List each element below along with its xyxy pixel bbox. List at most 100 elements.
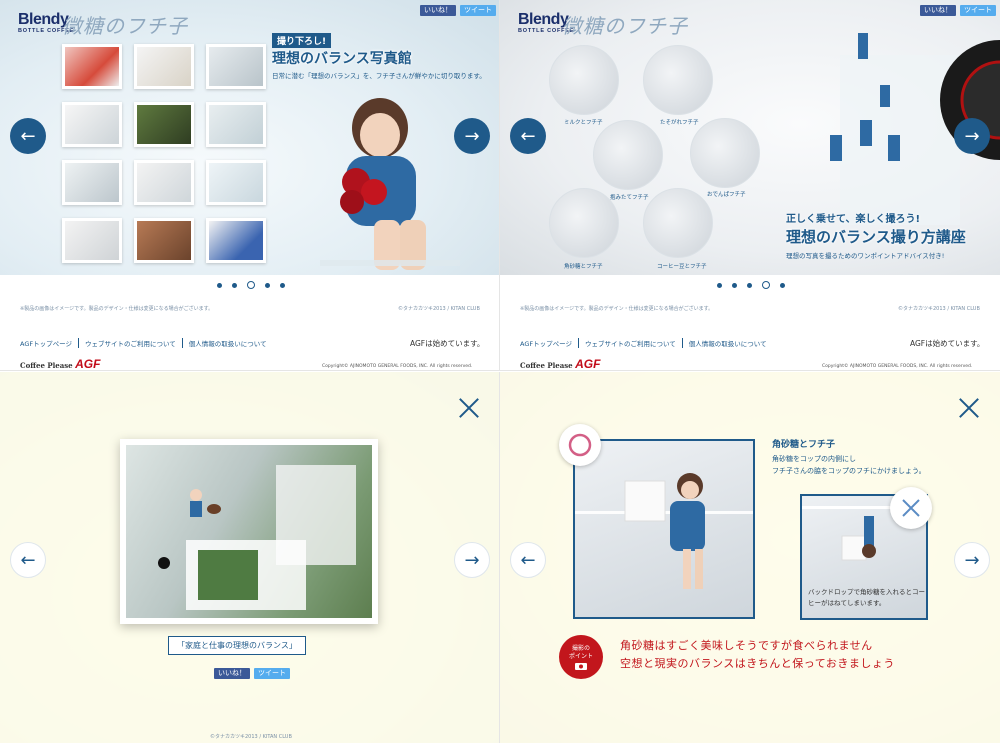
next-arrow-button[interactable]: → (454, 542, 490, 578)
next-arrow-button[interactable]: → (454, 118, 490, 154)
site-title: 微糖のフチ子 (62, 14, 188, 38)
product-note: ※製品の画像はイメージです。製品のデザイン・仕様は変更になる場合がございます。 (20, 306, 214, 312)
footer-link-terms[interactable]: ウェブサイトのご利用について (577, 338, 682, 348)
prev-arrow-button[interactable]: ← (510, 542, 546, 578)
cross-ng-icon (902, 499, 920, 517)
hero-area: Blendy BOTTLE COFFEE 微糖のフチ子 いいね！ ツイート 撮り… (0, 0, 499, 275)
guide-label: おでんぱフチ子 (707, 192, 746, 198)
page-dot[interactable] (217, 282, 222, 288)
page-dot-active[interactable] (762, 281, 770, 289)
section-tag: 撮り下ろし! (272, 33, 332, 48)
section-title: 理想のバランス写真館 (272, 51, 412, 67)
sns-buttons: いいね！ ツイート (420, 5, 496, 16)
prev-arrow-button[interactable]: ← (510, 118, 546, 154)
guide-label: ミルクとフチ子 (564, 120, 603, 126)
thumbnail[interactable] (206, 102, 266, 147)
coffee-please-logo[interactable]: Coffee Please AGF (20, 357, 101, 371)
shooting-guide-panel: Blendy BOTTLE COFFEE 微糖のフチ子 いいね！ ツイート ミル… (500, 0, 1000, 371)
sns-buttons: いいね！ ツイート (214, 668, 290, 679)
arrow-right-icon: → (964, 125, 980, 147)
agf-logo: AGF (575, 357, 601, 371)
arrow-left-icon: ← (520, 549, 536, 571)
next-arrow-button[interactable]: → (954, 542, 990, 578)
shooting-point-text: 角砂糖はすごく美味しそうですが食べられません 空想と現実のバランスはきちんと保っ… (620, 637, 895, 673)
tweet-button[interactable]: ツイート (460, 5, 496, 16)
thumbnail[interactable] (206, 218, 266, 263)
facebook-like-button[interactable]: いいね！ (420, 5, 456, 16)
tweet-button[interactable]: ツイート (960, 5, 996, 16)
product-note: ※製品の画像はイメージです。製品のデザイン・仕様は変更になる場合がございます。 (520, 306, 714, 312)
footer-link-terms[interactable]: ウェブサイトのご利用について (77, 338, 182, 348)
page-dot[interactable] (732, 282, 737, 288)
thumbnail[interactable] (134, 44, 194, 89)
shooting-point-badge: 撮影の ポイント (559, 635, 603, 679)
page-dot[interactable] (780, 282, 785, 288)
section-subtitle: 日常に潜む「理想のバランス」を、フチ子さんが鮮やかに切り取ります。 (272, 72, 486, 80)
guide-circle[interactable] (593, 120, 663, 190)
guide-circle[interactable] (643, 45, 713, 115)
close-icon[interactable] (958, 397, 980, 419)
guide-description-line: 角砂糖をコップの内側にし (772, 455, 856, 463)
coffee-please-text: Coffee Please (20, 361, 73, 370)
thumbnail[interactable] (206, 160, 266, 205)
footer-link-privacy[interactable]: 個人情報の取扱いについて (681, 338, 773, 348)
thumbnail[interactable] (134, 218, 194, 263)
footer-link-privacy[interactable]: 個人情報の取扱いについて (181, 338, 273, 348)
footer-links: AGFトップページ ウェブサイトのご利用について 個人情報の取扱いについて (20, 338, 273, 348)
agf-slogan: AGFは始めています。 (410, 339, 485, 348)
thumbnail[interactable] (62, 218, 122, 263)
guide-label: 抱みたてフチ子 (610, 195, 649, 201)
circle-ok-icon (568, 433, 592, 457)
arrow-left-icon: ← (20, 549, 36, 571)
guide-description: 角砂糖をコップの内側にし フチ子さんの脇をコップのフチにかけましょう。 (772, 453, 926, 477)
arrow-left-icon: ← (520, 125, 536, 147)
correct-example-image (573, 439, 755, 619)
coffee-please-logo[interactable]: Coffee Please AGF (520, 357, 601, 371)
guide-description-line: フチ子さんの脇をコップのフチにかけましょう。 (772, 467, 926, 475)
facebook-like-button[interactable]: いいね！ (920, 5, 956, 16)
footer-link-agf-top[interactable]: AGFトップページ (20, 338, 78, 348)
copyright: Copyright© AJINOMOTO GENERAL FOODS, INC.… (322, 364, 473, 369)
thumbnail[interactable] (134, 102, 194, 147)
guide-label: コーヒー豆とフチ子 (657, 264, 707, 270)
guide-label: たそがれフチ子 (660, 120, 699, 126)
section-title: 理想のバランス撮り方講座 (786, 228, 966, 246)
credit: ©タナカカツキ2013 / KITAN CLUB (398, 306, 480, 312)
facebook-like-button[interactable]: いいね！ (214, 668, 250, 679)
thumbnail[interactable] (206, 44, 266, 89)
next-arrow-button[interactable]: → (954, 118, 990, 154)
page-dot[interactable] (747, 282, 752, 288)
thumbnail[interactable] (62, 102, 122, 147)
tweet-button[interactable]: ツイート (254, 668, 290, 679)
guide-circle[interactable] (690, 118, 760, 188)
prev-arrow-button[interactable]: ← (10, 542, 46, 578)
point-label-line: ポイント (568, 652, 593, 660)
guide-circle[interactable] (643, 188, 713, 258)
page-dot[interactable] (232, 282, 237, 288)
page-dot[interactable] (717, 282, 722, 288)
guide-circle[interactable] (549, 188, 619, 258)
agf-logo: AGF (75, 357, 101, 371)
page-dot[interactable] (265, 282, 270, 288)
thumbnail[interactable] (134, 160, 194, 205)
photo-caption: 「家庭と仕事の理想のバランス」 (168, 636, 306, 655)
prev-arrow-button[interactable]: ← (10, 118, 46, 154)
page-dot[interactable] (280, 282, 285, 288)
correct-bubble (559, 424, 601, 466)
thumbnail-grid (62, 44, 268, 263)
arrow-right-icon: → (964, 549, 980, 571)
footer-link-agf-top[interactable]: AGFトップページ (520, 338, 578, 348)
credit: ©タナカカツキ2013 / KITAN CLUB (210, 734, 292, 740)
photo-gallery-panel: Blendy BOTTLE COFFEE 微糖のフチ子 いいね！ ツイート 撮り… (0, 0, 500, 371)
point-text-line: 角砂糖はすごく美味しそうですが食べられません (620, 639, 873, 652)
fuchiko-figure-image (320, 98, 460, 270)
arrow-left-icon: ← (20, 125, 36, 147)
sns-buttons: いいね！ ツイート (920, 5, 996, 16)
camera-icon (575, 662, 587, 670)
thumbnail[interactable] (62, 44, 122, 89)
point-label-line: 撮影の (571, 644, 590, 652)
page-dot-active[interactable] (247, 281, 255, 289)
guide-circle[interactable] (549, 45, 619, 115)
close-icon[interactable] (458, 397, 480, 419)
thumbnail[interactable] (62, 160, 122, 205)
